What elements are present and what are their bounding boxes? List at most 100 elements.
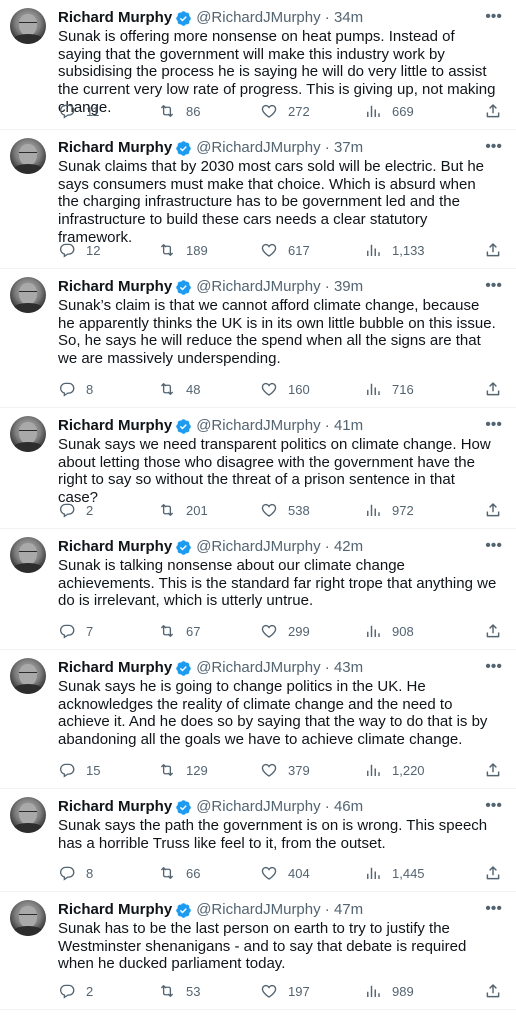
author-handle[interactable]: @RichardJMurphy · 34m xyxy=(196,8,363,28)
views-button[interactable]: 1,220 xyxy=(364,761,479,779)
views-button[interactable]: 716 xyxy=(364,380,479,398)
tweet-actions: 8 48 160 716 xyxy=(58,380,502,398)
author-handle[interactable]: @RichardJMurphy · 43m xyxy=(196,658,363,678)
author-name[interactable]: Richard Murphy xyxy=(58,138,172,158)
views-button[interactable]: 1,445 xyxy=(364,864,479,882)
more-dots-icon[interactable]: ••• xyxy=(485,658,502,676)
like-button[interactable]: 197 xyxy=(260,982,364,1000)
share-button[interactable] xyxy=(484,501,502,519)
tweet[interactable]: Richard Murphy @RichardJMurphy · 46m •••… xyxy=(0,789,516,892)
like-button[interactable]: 299 xyxy=(260,622,364,640)
author-handle[interactable]: @RichardJMurphy · 39m xyxy=(196,277,363,297)
author-name[interactable]: Richard Murphy xyxy=(58,797,172,817)
tweet-time[interactable]: 46m xyxy=(334,798,363,815)
views-count: 989 xyxy=(392,983,414,999)
tweet-time[interactable]: 39m xyxy=(334,278,363,295)
author-handle[interactable]: @RichardJMurphy · 46m xyxy=(196,797,363,817)
more-dots-icon[interactable]: ••• xyxy=(485,138,502,156)
views-button[interactable]: 908 xyxy=(364,622,479,640)
retweet-button[interactable]: 129 xyxy=(158,761,260,779)
tweet-time[interactable]: 37m xyxy=(334,139,363,156)
avatar[interactable] xyxy=(10,797,46,833)
like-button[interactable]: 404 xyxy=(260,864,364,882)
views-button[interactable]: 972 xyxy=(364,501,479,519)
reply-button[interactable]: 8 xyxy=(58,864,158,882)
more-dots-icon[interactable]: ••• xyxy=(485,900,502,918)
avatar[interactable] xyxy=(10,900,46,936)
avatar[interactable] xyxy=(10,658,46,694)
more-dots-icon[interactable]: ••• xyxy=(485,277,502,295)
avatar[interactable] xyxy=(10,537,46,573)
tweet-actions: 11 86 272 669 xyxy=(58,102,502,120)
share-button[interactable] xyxy=(484,380,502,398)
author-name[interactable]: Richard Murphy xyxy=(58,277,172,297)
retweet-button[interactable]: 86 xyxy=(158,102,260,120)
tweet-text: Sunak says we need transparent politics … xyxy=(58,436,491,507)
author-name[interactable]: Richard Murphy xyxy=(58,658,172,678)
like-button[interactable]: 379 xyxy=(260,761,364,779)
tweet[interactable]: Richard Murphy @RichardJMurphy · 47m •••… xyxy=(0,892,516,1010)
reply-button[interactable]: 2 xyxy=(58,501,158,519)
retweet-button[interactable]: 201 xyxy=(158,501,260,519)
tweet-time[interactable]: 34m xyxy=(334,9,363,26)
avatar[interactable] xyxy=(10,277,46,313)
avatar[interactable] xyxy=(10,8,46,44)
like-button[interactable]: 272 xyxy=(260,102,364,120)
author-handle[interactable]: @RichardJMurphy · 41m xyxy=(196,416,363,436)
author-handle[interactable]: @RichardJMurphy · 42m xyxy=(196,537,363,557)
share-button[interactable] xyxy=(484,864,502,882)
more-dots-icon[interactable]: ••• xyxy=(485,8,502,26)
retweet-count: 48 xyxy=(186,381,201,397)
retweet-button[interactable]: 189 xyxy=(158,241,260,259)
views-button[interactable]: 1,133 xyxy=(364,241,479,259)
tweet-time[interactable]: 43m xyxy=(334,659,363,676)
avatar[interactable] xyxy=(10,416,46,452)
like-button[interactable]: 538 xyxy=(260,501,364,519)
views-count: 1,220 xyxy=(392,762,425,778)
author-name[interactable]: Richard Murphy xyxy=(58,537,172,557)
tweet-time[interactable]: 47m xyxy=(334,901,363,918)
reply-button[interactable]: 12 xyxy=(58,241,158,259)
retweet-count: 66 xyxy=(186,865,201,881)
author-name[interactable]: Richard Murphy xyxy=(58,900,172,920)
more-dots-icon[interactable]: ••• xyxy=(485,797,502,815)
share-button[interactable] xyxy=(484,622,502,640)
heart-icon xyxy=(261,503,277,517)
tweet[interactable]: Richard Murphy @RichardJMurphy · 34m •••… xyxy=(0,0,516,130)
tweet[interactable]: Richard Murphy @RichardJMurphy · 42m •••… xyxy=(0,529,516,650)
share-button[interactable] xyxy=(484,102,502,120)
like-button[interactable]: 160 xyxy=(260,380,364,398)
views-button[interactable]: 989 xyxy=(364,982,479,1000)
tweet[interactable]: Richard Murphy @RichardJMurphy · 43m •••… xyxy=(0,650,516,789)
like-button[interactable]: 617 xyxy=(260,241,364,259)
tweet-time[interactable]: 42m xyxy=(334,538,363,555)
retweet-button[interactable]: 67 xyxy=(158,622,260,640)
author-handle[interactable]: @RichardJMurphy · 47m xyxy=(196,900,363,920)
tweet-text: Sunak says he is going to change politic… xyxy=(58,678,488,749)
avatar[interactable] xyxy=(10,138,46,174)
views-button[interactable]: 669 xyxy=(364,102,479,120)
tweet-header: Richard Murphy @RichardJMurphy · 39m xyxy=(58,277,506,297)
author-name[interactable]: Richard Murphy xyxy=(58,416,172,436)
retweet-button[interactable]: 66 xyxy=(158,864,260,882)
more-dots-icon[interactable]: ••• xyxy=(485,537,502,555)
more-dots-icon[interactable]: ••• xyxy=(485,416,502,434)
tweet[interactable]: Richard Murphy @RichardJMurphy · 41m •••… xyxy=(0,408,516,529)
reply-button[interactable]: 2 xyxy=(58,982,158,1000)
reply-button[interactable]: 7 xyxy=(58,622,158,640)
reply-button[interactable]: 8 xyxy=(58,380,158,398)
reply-count: 11 xyxy=(86,103,100,119)
tweet[interactable]: Richard Murphy @RichardJMurphy · 39m •••… xyxy=(0,269,516,408)
author-name[interactable]: Richard Murphy xyxy=(58,8,172,28)
tweet-time[interactable]: 41m xyxy=(334,417,363,434)
reply-button[interactable]: 11 xyxy=(58,102,158,120)
share-button[interactable] xyxy=(484,982,502,1000)
share-button[interactable] xyxy=(484,761,502,779)
reply-button[interactable]: 15 xyxy=(58,761,158,779)
share-button[interactable] xyxy=(484,241,502,259)
retweet-button[interactable]: 53 xyxy=(158,982,260,1000)
author-handle[interactable]: @RichardJMurphy · 37m xyxy=(196,138,363,158)
tweet[interactable]: Richard Murphy @RichardJMurphy · 37m •••… xyxy=(0,130,516,269)
reply-count: 2 xyxy=(86,502,94,518)
retweet-button[interactable]: 48 xyxy=(158,380,260,398)
